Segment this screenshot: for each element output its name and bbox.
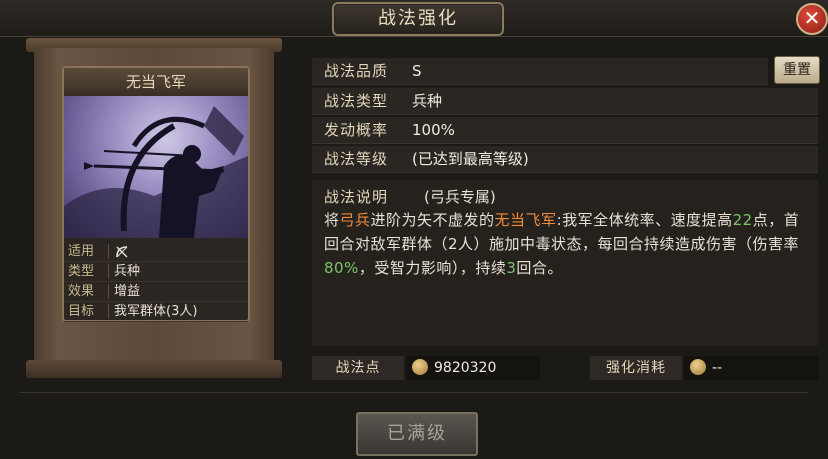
stat-key: 适用: [68, 244, 95, 259]
archer-illustration: [64, 106, 248, 238]
tactic-points-label: 战法点: [312, 356, 404, 380]
stat-row-target: 目标 我军群体(3人): [64, 302, 248, 322]
stat-separator: [108, 264, 109, 279]
desc-part: :我军全体统率、速度提高: [556, 211, 733, 229]
coin-icon: [412, 359, 428, 375]
type-label: 战法类型: [324, 92, 389, 110]
close-button[interactable]: ✕: [796, 3, 828, 35]
quality-value: S: [412, 62, 422, 80]
desc-highlight: 无当飞军: [494, 211, 557, 229]
quality-row: 战法品质 S: [312, 58, 768, 85]
quality-label: 战法品质: [324, 62, 389, 80]
stat-key: 类型: [68, 264, 95, 279]
desc-highlight: 22: [732, 211, 753, 229]
stat-separator: [108, 304, 109, 319]
desc-highlight: 弓兵: [339, 211, 371, 229]
stat-value: 增益: [114, 284, 141, 299]
reset-button[interactable]: 重置: [774, 56, 820, 84]
description-text: 将弓兵进阶为矢不虚发的无当飞军:我军全体统率、速度提高22点，首回合对敌军群体（…: [324, 208, 814, 280]
desc-part: 回合。: [516, 259, 563, 277]
upgrade-cost-label: 强化消耗: [590, 356, 682, 380]
scroll-bottom-rod: [26, 360, 282, 378]
stat-separator: [108, 244, 109, 259]
type-row: 战法类型 兵种: [312, 88, 818, 115]
window-title: 战法强化: [332, 2, 504, 36]
upgrade-cost-amount: --: [712, 360, 723, 376]
stat-value: 我军群体(3人): [114, 304, 198, 319]
chance-row: 发动概率 100%: [312, 117, 818, 144]
description-title: 战法说明: [324, 188, 389, 206]
chance-label: 发动概率: [324, 121, 389, 139]
coin-icon: [690, 359, 706, 375]
tactic-points-amount: 9820320: [434, 360, 497, 376]
stat-value: 兵种: [114, 264, 141, 279]
desc-part: 进阶为矢不虚发的: [370, 211, 495, 229]
desc-highlight: 80%: [324, 259, 359, 277]
desc-part: 将: [324, 211, 340, 229]
description-tag: (弓兵专属): [424, 188, 496, 206]
stat-row-type: 类型 兵种: [64, 262, 248, 282]
level-label: 战法等级: [324, 150, 389, 168]
type-value: 兵种: [412, 92, 443, 110]
stat-key: 目标: [68, 304, 95, 319]
stat-row-applicable: 适用: [64, 242, 248, 262]
card-title: 无当飞军: [64, 68, 248, 97]
desc-highlight: 3: [506, 259, 517, 277]
stat-key: 效果: [68, 284, 95, 299]
chance-value: 100%: [412, 121, 455, 139]
description-panel: 战法说明 (弓兵专属) 将弓兵进阶为矢不虚发的无当飞军:我军全体统率、速度提高2…: [312, 180, 818, 346]
tactic-points-value: 9820320: [406, 356, 540, 380]
desc-part: ，受智力影响），持续: [358, 259, 507, 277]
upgrade-cost-value: --: [684, 356, 818, 380]
level-row: 战法等级 (已达到最高等级): [312, 146, 818, 173]
card-stats: 适用 类型 兵种 效果 增益 目标 我军群体(3人): [64, 242, 248, 322]
stat-row-effect: 效果 增益: [64, 282, 248, 302]
max-level-button[interactable]: 已满级: [356, 412, 478, 456]
stat-separator: [108, 284, 109, 299]
tactic-card: 无当飞军 适用 类型 兵种 效果 增益 目标 我军群体(3人): [62, 66, 250, 322]
divider: [20, 392, 808, 393]
level-value: (已达到最高等级): [412, 150, 529, 168]
card-artwork: [64, 96, 248, 238]
